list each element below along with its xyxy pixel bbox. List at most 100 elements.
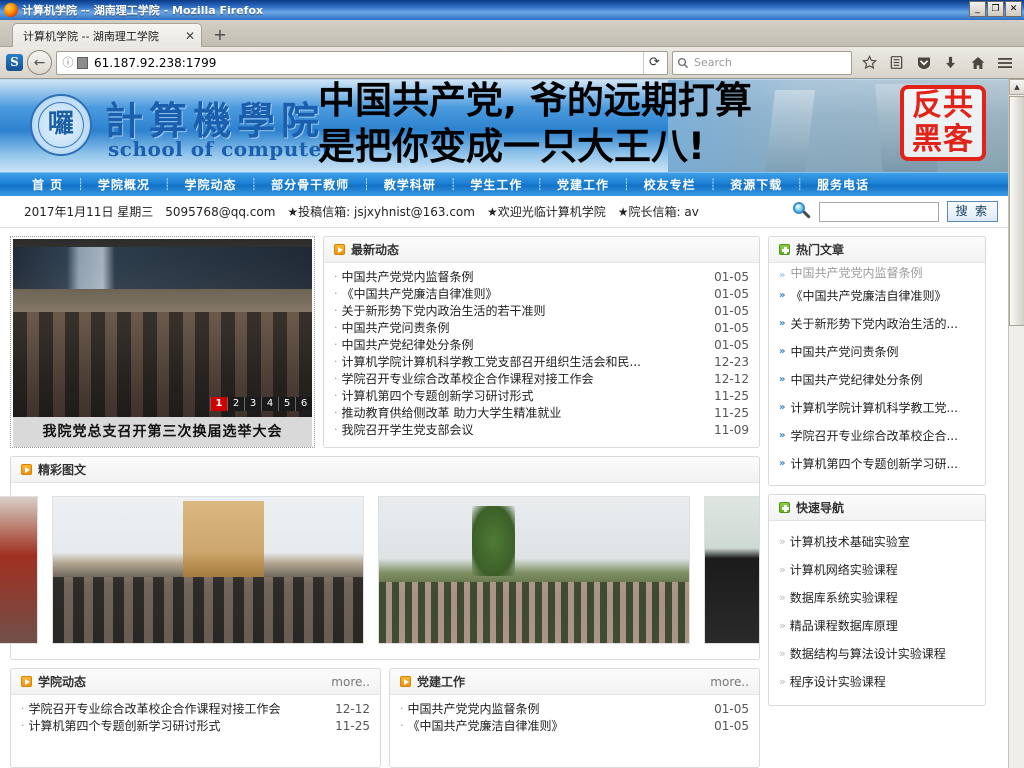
tab-close-icon[interactable]: ✕	[185, 29, 195, 43]
bookmark-star-icon[interactable]	[856, 50, 883, 76]
reader-list-icon[interactable]	[883, 50, 910, 76]
list-item[interactable]: » 计算机第四个专题创新学习研...	[779, 449, 975, 477]
list-item[interactable]: » 学院召开专业综合改革校企合...	[779, 421, 975, 449]
new-tab-button[interactable]: +	[210, 25, 230, 44]
nav-item-college-news[interactable]: 学院动态	[170, 176, 250, 193]
slide-number-6[interactable]: 6	[295, 397, 312, 411]
list-item[interactable]: · 中国共产党党内监督条例 01-05	[334, 268, 749, 285]
site-search-input[interactable]	[818, 201, 939, 222]
gallery-strip[interactable]	[0, 483, 759, 659]
hot-article-title[interactable]: 《中国共产党廉洁自律准则》	[790, 287, 946, 304]
hot-article-title[interactable]: 学院召开专业综合改革校企合...	[790, 427, 957, 444]
news-title[interactable]: 计算机第四个专题创新学习研讨形式	[342, 387, 707, 404]
news-title[interactable]: 中国共产党党内监督条例	[342, 268, 707, 285]
slide-number-2[interactable]: 2	[227, 397, 244, 411]
hot-article-title[interactable]: 中国共产党党内监督条例	[790, 265, 922, 281]
maximize-button[interactable]: ❐	[987, 1, 1004, 17]
gallery-image[interactable]	[378, 496, 690, 644]
list-item[interactable]: · 《中国共产党廉洁自律准则》 01-05	[400, 717, 749, 734]
nav-item-faculty[interactable]: 部分骨干教师	[257, 176, 363, 193]
list-item[interactable]: » 计算机学院计算机科学教工党...	[779, 393, 975, 421]
gallery-image[interactable]	[0, 496, 38, 644]
news-title[interactable]: 关于新形势下党内政治生活的若干准则	[342, 302, 707, 319]
list-item[interactable]: · 关于新形势下党内政治生活的若干准则 01-05	[334, 302, 749, 319]
site-search-button[interactable]: 搜 索	[946, 201, 998, 222]
gallery-image[interactable]	[704, 496, 759, 644]
reload-button[interactable]: ⟳	[643, 51, 665, 74]
page-scrollbar[interactable]: ▲ ▼	[1008, 79, 1024, 768]
featured-slideshow[interactable]: 1 2 3 4 5 6 我院党总支召开第三次换届选举大会	[10, 236, 315, 448]
list-item[interactable]: · 中国共产党纪律处分条例 01-05	[334, 336, 749, 353]
quick-nav-label[interactable]: 精品课程数据库原理	[790, 617, 898, 634]
news-title[interactable]: 推动教育供给侧改革 助力大学生精准就业	[342, 404, 707, 421]
pocket-shield-icon[interactable]	[910, 50, 937, 76]
list-item[interactable]: » 程序设计实验课程	[779, 667, 975, 695]
nav-item-alumni[interactable]: 校友专栏	[630, 176, 710, 193]
list-item[interactable]: · 中国共产党问责条例 01-05	[334, 319, 749, 336]
list-item[interactable]: » 数据结构与算法设计实验课程	[779, 639, 975, 667]
list-item[interactable]: » 数据库系统实验课程	[779, 583, 975, 611]
list-item[interactable]: · 我院召开学生党支部会议 11-09	[334, 421, 749, 438]
news-title[interactable]: 中国共产党问责条例	[342, 319, 707, 336]
home-icon[interactable]	[964, 50, 991, 76]
hot-article-title[interactable]: 中国共产党问责条例	[790, 343, 898, 360]
news-title[interactable]: 中国共产党纪律处分条例	[342, 336, 707, 353]
list-item[interactable]: » 关于新形势下党内政治生活的...	[779, 309, 975, 337]
hot-article-title[interactable]: 中国共产党纪律处分条例	[790, 371, 922, 388]
list-item[interactable]: » 精品课程数据库原理	[779, 611, 975, 639]
news-title[interactable]: 中国共产党党内监督条例	[408, 700, 707, 717]
nav-item-overview[interactable]: 学院概况	[84, 176, 164, 193]
slide-number-5[interactable]: 5	[278, 397, 295, 411]
list-item[interactable]: » 中国共产党党内监督条例	[779, 265, 975, 281]
nav-item-downloads[interactable]: 资源下载	[716, 176, 796, 193]
sogou-badge-icon[interactable]: S	[6, 54, 23, 71]
news-title[interactable]: 学院召开专业综合改革校企合作课程对接工作会	[29, 700, 328, 717]
site-identity-icon[interactable]: ⓘ	[61, 56, 75, 70]
list-item[interactable]: » 中国共产党纪律处分条例	[779, 365, 975, 393]
news-title[interactable]: 《中国共产党廉洁自律准则》	[408, 717, 707, 734]
menu-icon[interactable]	[991, 50, 1018, 76]
list-item[interactable]: · 学院召开专业综合改革校企合作课程对接工作会 12-12	[21, 700, 370, 717]
list-item[interactable]: » 《中国共产党廉洁自律准则》	[779, 281, 975, 309]
hot-article-title[interactable]: 关于新形势下党内政治生活的...	[790, 315, 957, 332]
news-title[interactable]: 我院召开学生党支部会议	[342, 421, 707, 438]
quick-nav-label[interactable]: 数据库系统实验课程	[790, 589, 898, 606]
slideshow-image[interactable]	[13, 239, 312, 417]
list-item[interactable]: · 学院召开专业综合改革校企合作课程对接工作会 12-12	[334, 370, 749, 387]
list-item[interactable]: » 中国共产党问责条例	[779, 337, 975, 365]
slide-number-4[interactable]: 4	[261, 397, 278, 411]
news-title[interactable]: 计算机学院计算机科学教工党支部召开组织生活会和民...	[342, 353, 707, 370]
quick-nav-label[interactable]: 程序设计实验课程	[790, 673, 886, 690]
news-title[interactable]: 学院召开专业综合改革校企合作课程对接工作会	[342, 370, 707, 387]
news-title[interactable]: 计算机第四个专题创新学习研讨形式	[29, 717, 328, 734]
list-item[interactable]: · 《中国共产党廉洁自律准则》 01-05	[334, 285, 749, 302]
college-news-more-link[interactable]: more..	[331, 675, 370, 689]
scrollbar-thumb[interactable]	[1009, 96, 1024, 326]
nav-item-party-work[interactable]: 党建工作	[543, 176, 623, 193]
browser-search-box[interactable]: Search	[672, 50, 852, 75]
hot-article-title[interactable]: 计算机学院计算机科学教工党...	[790, 399, 957, 416]
list-item[interactable]: » 计算机网络实验课程	[779, 555, 975, 583]
close-button[interactable]: ✕	[1005, 1, 1022, 17]
gallery-image[interactable]	[52, 496, 364, 644]
nav-item-teaching-research[interactable]: 教学科研	[370, 176, 450, 193]
slide-number-1[interactable]: 1	[210, 397, 227, 411]
nav-item-student-affairs[interactable]: 学生工作	[456, 176, 536, 193]
news-title[interactable]: 《中国共产党廉洁自律准则》	[342, 285, 707, 302]
list-item[interactable]: · 计算机第四个专题创新学习研讨形式 11-25	[21, 717, 370, 734]
browser-tab[interactable]: 计算机学院 -- 湖南理工学院 ✕	[12, 23, 202, 47]
quick-nav-label[interactable]: 计算机网络实验课程	[790, 561, 898, 578]
nav-item-service-phone[interactable]: 服务电话	[803, 176, 883, 193]
slide-number-3[interactable]: 3	[244, 397, 261, 411]
list-item[interactable]: · 推动教育供给侧改革 助力大学生精准就业 11-25	[334, 404, 749, 421]
scroll-up-button[interactable]: ▲	[1009, 79, 1024, 95]
quick-nav-label[interactable]: 计算机技术基础实验室	[790, 533, 910, 550]
quick-nav-label[interactable]: 数据结构与算法设计实验课程	[790, 645, 946, 662]
nav-item-home[interactable]: 首 页	[18, 176, 77, 193]
list-item[interactable]: · 计算机第四个专题创新学习研讨形式 11-25	[334, 387, 749, 404]
list-item[interactable]: · 计算机学院计算机科学教工党支部召开组织生活会和民... 12-23	[334, 353, 749, 370]
hot-article-title[interactable]: 计算机第四个专题创新学习研...	[790, 455, 957, 472]
address-bar[interactable]: ⓘ 61.187.92.238:1799 ⟳	[56, 50, 668, 75]
minimize-button[interactable]: _	[969, 1, 986, 17]
downloads-icon[interactable]	[937, 50, 964, 76]
